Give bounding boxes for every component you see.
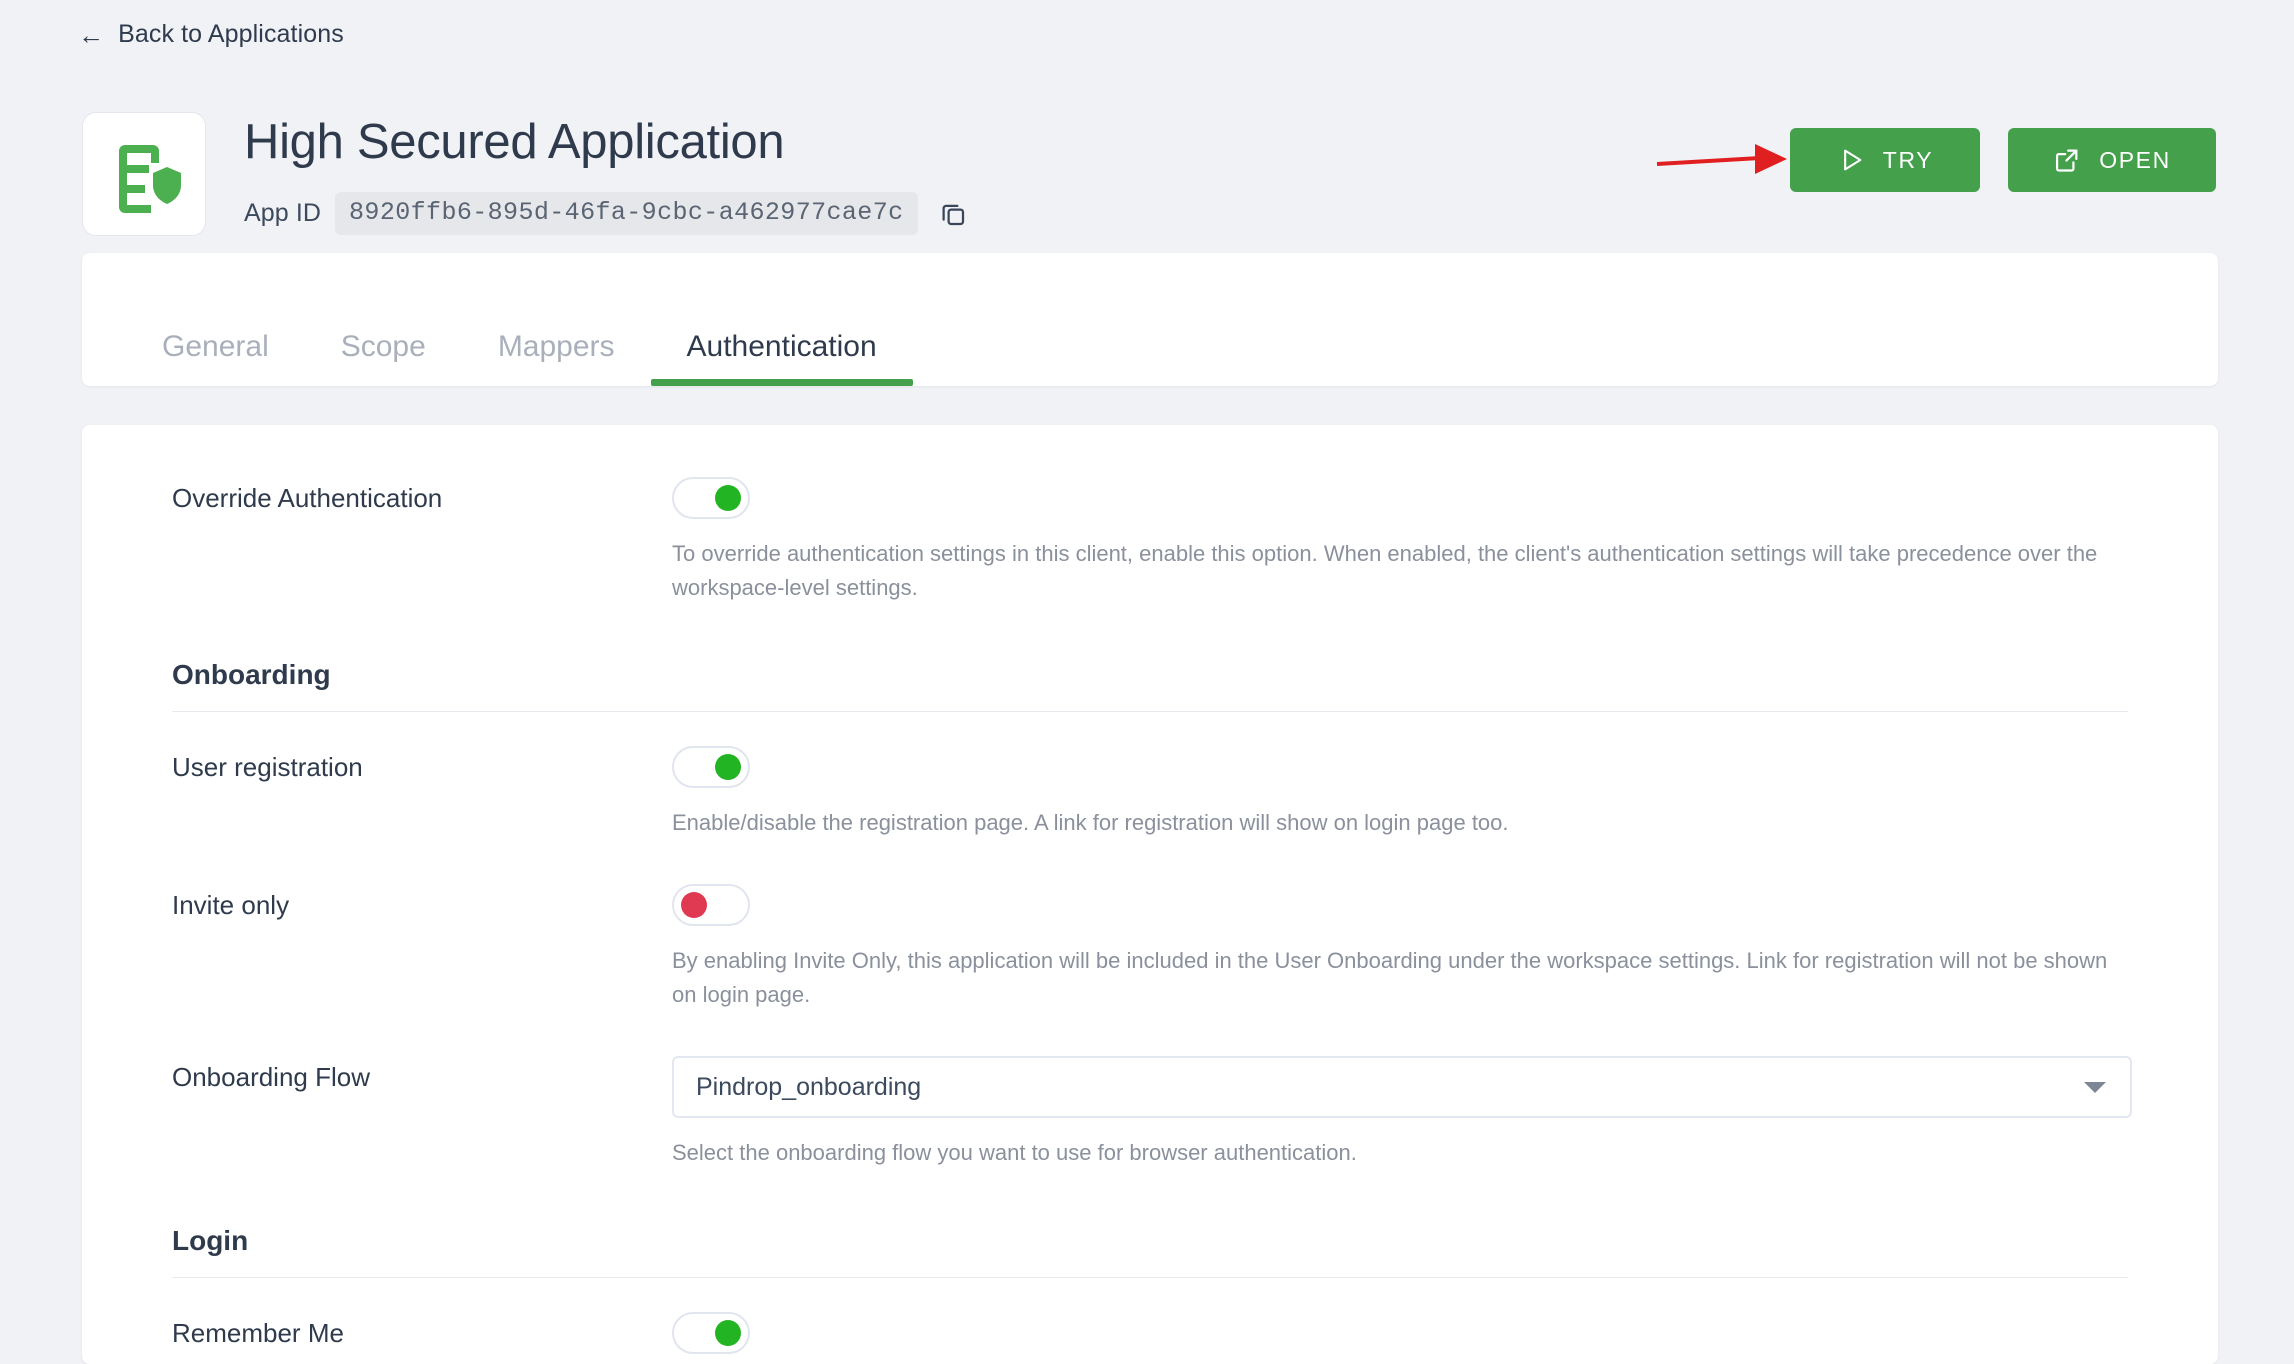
header-actions: TRY OPEN	[1790, 128, 2216, 192]
toggle-knob	[715, 1319, 741, 1346]
try-button-label: TRY	[1882, 146, 1934, 173]
override-authentication-row: Override Authentication To override auth…	[172, 477, 2128, 605]
back-to-applications-link[interactable]: ← Back to Applications	[78, 20, 344, 49]
chevron-down-icon	[2084, 1081, 2106, 1093]
application-logo	[82, 112, 206, 236]
tabs-card: General Scope Mappers Authentication	[82, 253, 2218, 386]
application-header: High Secured Application App ID 8920ffb6…	[82, 112, 968, 236]
onboarding-section-title: Onboarding	[172, 659, 331, 691]
play-icon	[1837, 146, 1865, 174]
user-registration-help: Enable/disable the registration page. A …	[672, 810, 1509, 836]
page-title: High Secured Application	[244, 115, 785, 169]
authentication-settings-card: Override Authentication To override auth…	[82, 425, 2218, 1364]
tab-mappers[interactable]: Mappers	[462, 332, 651, 386]
annotation-arrow	[1656, 144, 1787, 174]
toggle-knob	[681, 892, 707, 919]
invite-only-help: By enabling Invite Only, this applicatio…	[672, 948, 2108, 1008]
onboarding-section-header: Onboarding	[172, 659, 2128, 713]
copy-icon[interactable]	[938, 199, 968, 229]
override-authentication-control: To override authentication settings in t…	[672, 477, 2128, 605]
user-registration-toggle[interactable]	[672, 746, 750, 789]
override-authentication-label: Override Authentication	[172, 483, 443, 513]
onboarding-flow-help: Select the onboarding flow you want to u…	[672, 1140, 1357, 1166]
onboarding-flow-label: Onboarding Flow	[172, 1062, 370, 1093]
remember-me-control: Show checkbox on login page to allow use…	[672, 1311, 2128, 1364]
user-registration-row: User registration Enable/disable the reg…	[172, 746, 2128, 840]
remember-me-row: Remember Me Show checkbox on login page …	[172, 1311, 2128, 1364]
tab-scope[interactable]: Scope	[305, 332, 462, 386]
login-section-title: Login	[172, 1224, 249, 1256]
onboarding-flow-control: Pindrop_onboarding Select the onboarding…	[672, 1056, 2132, 1170]
invite-only-row: Invite only By enabling Invite Only, thi…	[172, 884, 2128, 1012]
arrow-left-icon: ←	[78, 19, 105, 50]
user-registration-control: Enable/disable the registration page. A …	[672, 746, 2128, 840]
app-id-value: 8920ffb6-895d-46fa-9cbc-a462977cae7c	[335, 192, 918, 235]
open-button-label: OPEN	[2099, 146, 2171, 173]
override-authentication-toggle[interactable]	[672, 477, 750, 519]
override-authentication-help: To override authentication settings in t…	[672, 541, 2098, 601]
app-id-row: App ID 8920ffb6-895d-46fa-9cbc-a462977ca…	[244, 192, 968, 235]
external-link-icon	[2053, 146, 2081, 174]
application-title-block: High Secured Application App ID 8920ffb6…	[244, 112, 968, 235]
section-divider	[172, 1276, 2128, 1278]
remember-me-toggle[interactable]	[672, 1311, 750, 1354]
invite-only-label: Invite only	[172, 890, 290, 921]
section-divider	[172, 711, 2128, 713]
toggle-knob	[715, 485, 741, 511]
onboarding-flow-select[interactable]: Pindrop_onboarding	[672, 1056, 2132, 1119]
app-id-label: App ID	[244, 199, 322, 227]
invite-only-toggle[interactable]	[672, 884, 750, 927]
onboarding-flow-row: Onboarding Flow Pindrop_onboarding Selec…	[172, 1056, 2132, 1170]
user-registration-label: User registration	[172, 752, 363, 783]
secured-app-shield-icon	[105, 135, 183, 213]
tab-mappers-label: Mappers	[497, 330, 615, 363]
login-section-header: Login	[172, 1224, 2128, 1278]
tab-scope-label: Scope	[340, 330, 426, 363]
invite-only-control: By enabling Invite Only, this applicatio…	[672, 884, 2128, 1012]
tab-general[interactable]: General	[126, 332, 305, 386]
tab-authentication[interactable]: Authentication	[650, 330, 913, 386]
tab-authentication-label: Authentication	[686, 330, 877, 363]
tab-general-label: General	[162, 330, 269, 363]
try-button[interactable]: TRY	[1790, 128, 1980, 192]
tab-list: General Scope Mappers Authentication	[82, 253, 913, 386]
open-button[interactable]: OPEN	[2008, 128, 2216, 192]
back-link-label: Back to Applications	[118, 20, 344, 48]
application-authentication-page: ← Back to Applications High Secured Appl…	[0, 0, 2294, 1364]
onboarding-flow-value: Pindrop_onboarding	[696, 1072, 922, 1101]
remember-me-label: Remember Me	[172, 1317, 344, 1348]
toggle-knob	[715, 754, 741, 781]
